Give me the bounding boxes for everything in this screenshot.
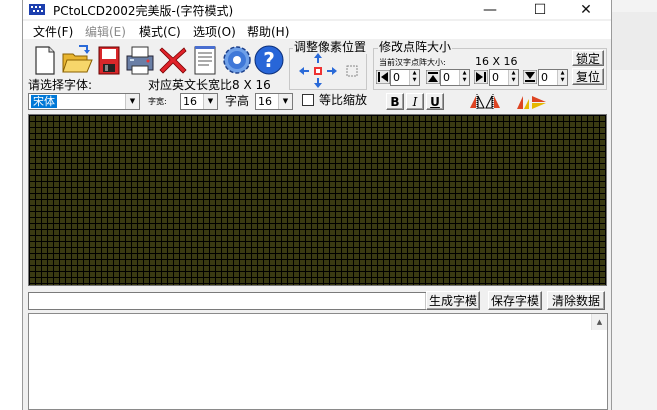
menu-file[interactable]: 文件(F) [33,23,73,40]
font-height-select[interactable]: 16 ▼ [255,93,293,110]
maximize-button[interactable]: ☐ [517,0,563,19]
height-label: 字高 [225,94,250,108]
font-height-value: 16 [258,95,272,108]
width-left-value: 0 [393,71,400,84]
restore-button-label: 复位 [575,70,600,84]
chevron-down-icon[interactable]: ▼ [203,94,217,109]
clear-data-button[interactable]: 清除数据 [547,291,605,310]
save-font-button-label: 保存字模 [490,294,539,308]
svg-text:?: ? [263,48,275,72]
minimize-button[interactable]: — [467,0,513,19]
width-label: 字宽: [148,97,167,106]
save-font-button[interactable]: 保存字模 [488,291,542,310]
title-bar: PCtoLCD2002完美版-(字符模式) — ☐ ✕ [23,0,611,19]
italic-label: I [412,94,418,109]
underline-label: U [430,94,440,109]
bold-label: B [390,94,400,109]
height-top-icon [426,70,440,84]
font-select-value: 宋体 [31,95,57,108]
font-width-value: 16 [183,95,197,108]
spin-arrows[interactable]: ▲ ▼ [508,70,518,85]
pixel-frame-icon[interactable] [345,64,359,78]
width-right-value: 0 [492,71,499,84]
center-pixel-icon[interactable] [313,66,323,76]
font-width-select[interactable]: 16 ▼ [180,93,218,110]
delete-x-icon[interactable] [157,44,189,76]
height-top-value: 0 [443,71,450,84]
width-left-spin[interactable]: 0 ▲ ▼ [390,69,420,86]
desktop-stripe [612,12,657,70]
width-right-spin[interactable]: 0 ▲ ▼ [489,69,519,86]
dot-matrix-grid[interactable] [28,114,607,286]
restore-button[interactable]: 复位 [572,68,604,85]
italic-button[interactable]: I [406,93,424,110]
window-title: PCtoLCD2002完美版-(字符模式) [53,4,234,18]
dot-matrix-title: 修改点阵大小 [378,40,453,54]
menu-bar: 文件(F) 编辑(E) 模式(C) 选项(O) 帮助(H) [23,21,611,39]
height-top-spin[interactable]: 0 ▲ ▼ [440,69,470,86]
save-disk-icon[interactable] [93,44,125,76]
app-icon [29,4,45,15]
open-folder-icon[interactable] [61,44,93,76]
menu-help[interactable]: 帮助(H) [247,23,289,40]
scroll-up-icon[interactable]: ▲ [591,314,607,330]
shift-right-icon[interactable] [327,66,337,76]
width-right-icon [474,70,488,84]
print-icon[interactable] [124,44,156,76]
settings-gear-icon[interactable] [221,44,253,76]
shift-left-icon[interactable] [299,66,309,76]
height-bottom-spin[interactable]: 0 ▲ ▼ [538,69,568,86]
notepad-icon[interactable] [189,44,221,76]
desktop-background [612,0,657,410]
mirror-horizontal-alt-icon[interactable] [485,94,501,110]
help-icon[interactable]: ? [253,44,285,76]
generate-button-label: 生成字模 [428,294,477,308]
shift-up-icon[interactable] [313,53,323,63]
generate-button[interactable]: 生成字模 [426,291,480,310]
scale-checkbox[interactable] [302,94,314,106]
font-select[interactable]: 宋体 ▼ [28,93,140,110]
height-bottom-icon [523,70,537,84]
scale-label: 等比缩放 [319,93,368,107]
font-label: 请选择字体: [28,78,93,92]
pixel-adjust-title: 调整像素位置 [293,40,368,54]
rotate-icon[interactable] [515,94,531,110]
character-input-combo[interactable]: ▼ [28,292,441,310]
close-button[interactable]: ✕ [563,0,609,19]
clear-data-button-label: 清除数据 [551,294,600,308]
spin-arrows[interactable]: ▲ ▼ [557,70,567,85]
spin-arrows[interactable]: ▲ ▼ [459,70,469,85]
height-bottom-value: 0 [541,71,548,84]
menu-options[interactable]: 选项(O) [193,23,236,40]
aspect-ratio-label: 对应英文长宽比8 X 16 [148,78,271,92]
current-size-label: 当前汉字点阵大小: [379,58,446,67]
spin-arrows[interactable]: ▲ ▼ [409,70,419,85]
new-file-icon[interactable] [28,44,60,76]
output-textarea[interactable]: ▲ [28,313,608,410]
app-window: PCtoLCD2002完美版-(字符模式) — ☐ ✕ 文件(F) 编辑(E) … [22,0,612,410]
lock-button[interactable]: 锁定 [572,50,604,66]
lock-button-label: 锁定 [575,51,600,66]
underline-button[interactable]: U [426,93,444,110]
menu-mode[interactable]: 模式(C) [139,23,181,40]
current-size-value: 16 X 16 [475,55,518,68]
shift-down-icon[interactable] [313,78,323,88]
menu-edit[interactable]: 编辑(E) [85,23,126,40]
flip-vertical-icon[interactable] [531,94,547,110]
width-left-icon [376,70,390,84]
chevron-down-icon[interactable]: ▼ [125,94,139,109]
mirror-horizontal-icon[interactable] [469,94,485,110]
bold-button[interactable]: B [386,93,404,110]
chevron-down-icon[interactable]: ▼ [278,94,292,109]
